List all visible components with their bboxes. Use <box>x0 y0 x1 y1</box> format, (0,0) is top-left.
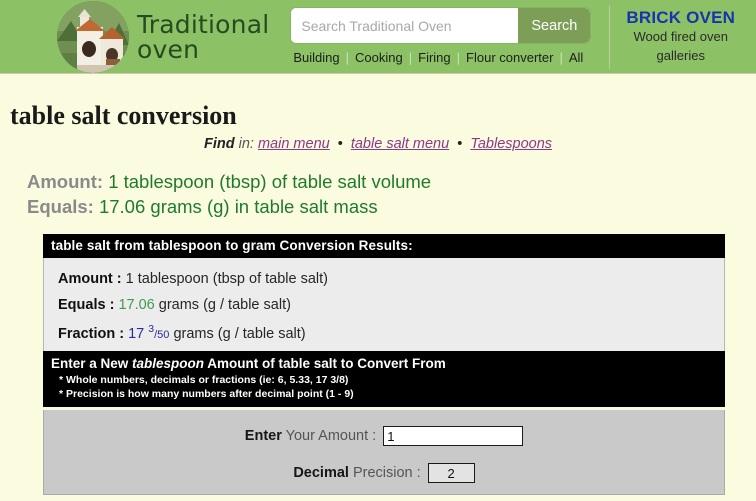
breadcrumb-link-table-salt-menu[interactable]: table salt menu <box>351 136 449 152</box>
breadcrumb-bullet: • <box>457 136 463 152</box>
summary-equals-row: Equals: 17.06 grams (g) in table salt ma… <box>27 195 431 220</box>
summary-amount-value: 1 tablespoon (tbsp) of table salt volume <box>108 171 432 192</box>
logo-wordmark: Traditional oven <box>137 12 269 62</box>
enter-note-2: * Precision is how many numbers after de… <box>59 388 354 401</box>
conversion-results-table: table salt from tablespoon to gram Conve… <box>43 234 725 358</box>
summary-equals-label: Equals: <box>27 195 94 217</box>
breadcrumb-link-tablespoons[interactable]: Tablespoons <box>470 136 552 152</box>
amount-label-rest: Your Amount : <box>281 428 377 444</box>
table-row: Equals : 17.06 grams (g / table salt) <box>44 292 724 318</box>
result-fraction-unit: grams (g / table salt) <box>173 325 306 342</box>
promo-subtitle-line-2: galleries <box>656 47 705 63</box>
promo-subtitle-line-1: Wood fired oven <box>633 28 728 44</box>
summary-amount-row: Amount: 1 tablespoon (tbsp) of table sal… <box>27 170 431 195</box>
search-button[interactable]: Search <box>518 8 591 43</box>
find-in-label: in: <box>238 136 254 152</box>
result-equals-unit: grams (g / table salt) <box>158 297 291 313</box>
site-header: Traditional oven Search Building | Cooki… <box>0 0 756 74</box>
search-block: Search Building | Cooking | Firing | Flo… <box>291 8 591 65</box>
precision-field-label: Decimal Precision : <box>293 465 427 481</box>
breadcrumb-bullet: • <box>337 136 343 152</box>
enter-note-1: * Whole numbers, decimals or fractions (… <box>59 374 349 386</box>
nav-item-building[interactable]: Building <box>291 50 345 65</box>
result-equals-value: 17.06 <box>118 297 155 313</box>
nav-item-flour-converter[interactable]: Flour converter <box>460 50 559 65</box>
page-root: Traditional oven Search Building | Cooki… <box>0 0 756 501</box>
enter-title-pre: Enter a New <box>51 356 133 371</box>
enter-title-emphasis: tablespoon <box>132 356 205 371</box>
amount-field-row: Enter Your Amount : <box>44 419 724 453</box>
enter-new-amount-header: Enter a New tablespoon Amount of table s… <box>43 351 725 408</box>
amount-input[interactable] <box>383 426 524 446</box>
result-fraction-denominator: 50 <box>157 328 170 341</box>
breadcrumb: Find in: main menu • table salt menu • T… <box>0 136 756 152</box>
summary-equals-value: 17.06 grams (g) in table salt mass <box>98 195 378 217</box>
amount-field-label: Enter Your Amount : <box>245 428 383 444</box>
results-body: Amount : 1 tablespoon (tbsp of table sal… <box>43 258 725 358</box>
brick-oven-photo-icon <box>57 0 129 73</box>
precision-field-row: Decimal Precision : <box>44 456 724 490</box>
page-title: table salt conversion <box>10 101 237 131</box>
result-amount-label: Amount : <box>58 271 122 287</box>
search-bar: Search <box>291 8 591 43</box>
enter-title-post: Amount of table salt to Convert From <box>204 356 446 371</box>
promo-brick-oven[interactable]: BRICK OVEN Wood fired oven galleries <box>609 4 736 69</box>
result-equals-label: Equals : <box>58 297 115 313</box>
table-row: Amount : 1 tablespoon (tbsp of table sal… <box>44 266 724 292</box>
enter-new-amount-title: Enter a New tablespoon Amount of table s… <box>51 356 717 371</box>
table-row: Fraction : 17 3/50 grams (g / table salt… <box>44 318 724 347</box>
summary-amount-label: Amount: <box>27 171 104 192</box>
conversion-form: Enter Your Amount : Decimal Precision : <box>43 410 725 495</box>
conversion-summary: Amount: 1 tablespoon (tbsp) of table sal… <box>27 170 431 219</box>
promo-title: BRICK OVEN <box>626 7 736 27</box>
precision-label-rest: Precision : <box>348 465 421 481</box>
result-amount-value: 1 <box>125 271 134 287</box>
result-fraction-label: Fraction : <box>58 325 125 342</box>
amount-label-bold: Enter <box>244 428 282 444</box>
nav-item-firing[interactable]: Firing <box>412 50 457 65</box>
logo-line-2: oven <box>137 34 200 64</box>
header-nav: Building | Cooking | Firing | Flour conv… <box>291 50 591 65</box>
result-amount-unit: tablespoon (tbsp of table salt) <box>137 271 328 287</box>
results-header: table salt from tablespoon to gram Conve… <box>43 234 725 258</box>
search-input[interactable] <box>291 8 519 43</box>
precision-label-bold: Decimal <box>293 465 349 481</box>
site-logo[interactable]: Traditional oven <box>57 0 269 73</box>
result-fraction-whole: 17 <box>128 325 145 342</box>
precision-input[interactable] <box>427 463 475 483</box>
logo-line-1: Traditional <box>137 9 270 39</box>
find-label: Find <box>203 136 235 152</box>
nav-item-all[interactable]: All <box>563 50 589 65</box>
nav-item-cooking[interactable]: Cooking <box>349 50 409 65</box>
breadcrumb-link-main-menu[interactable]: main menu <box>258 136 330 152</box>
